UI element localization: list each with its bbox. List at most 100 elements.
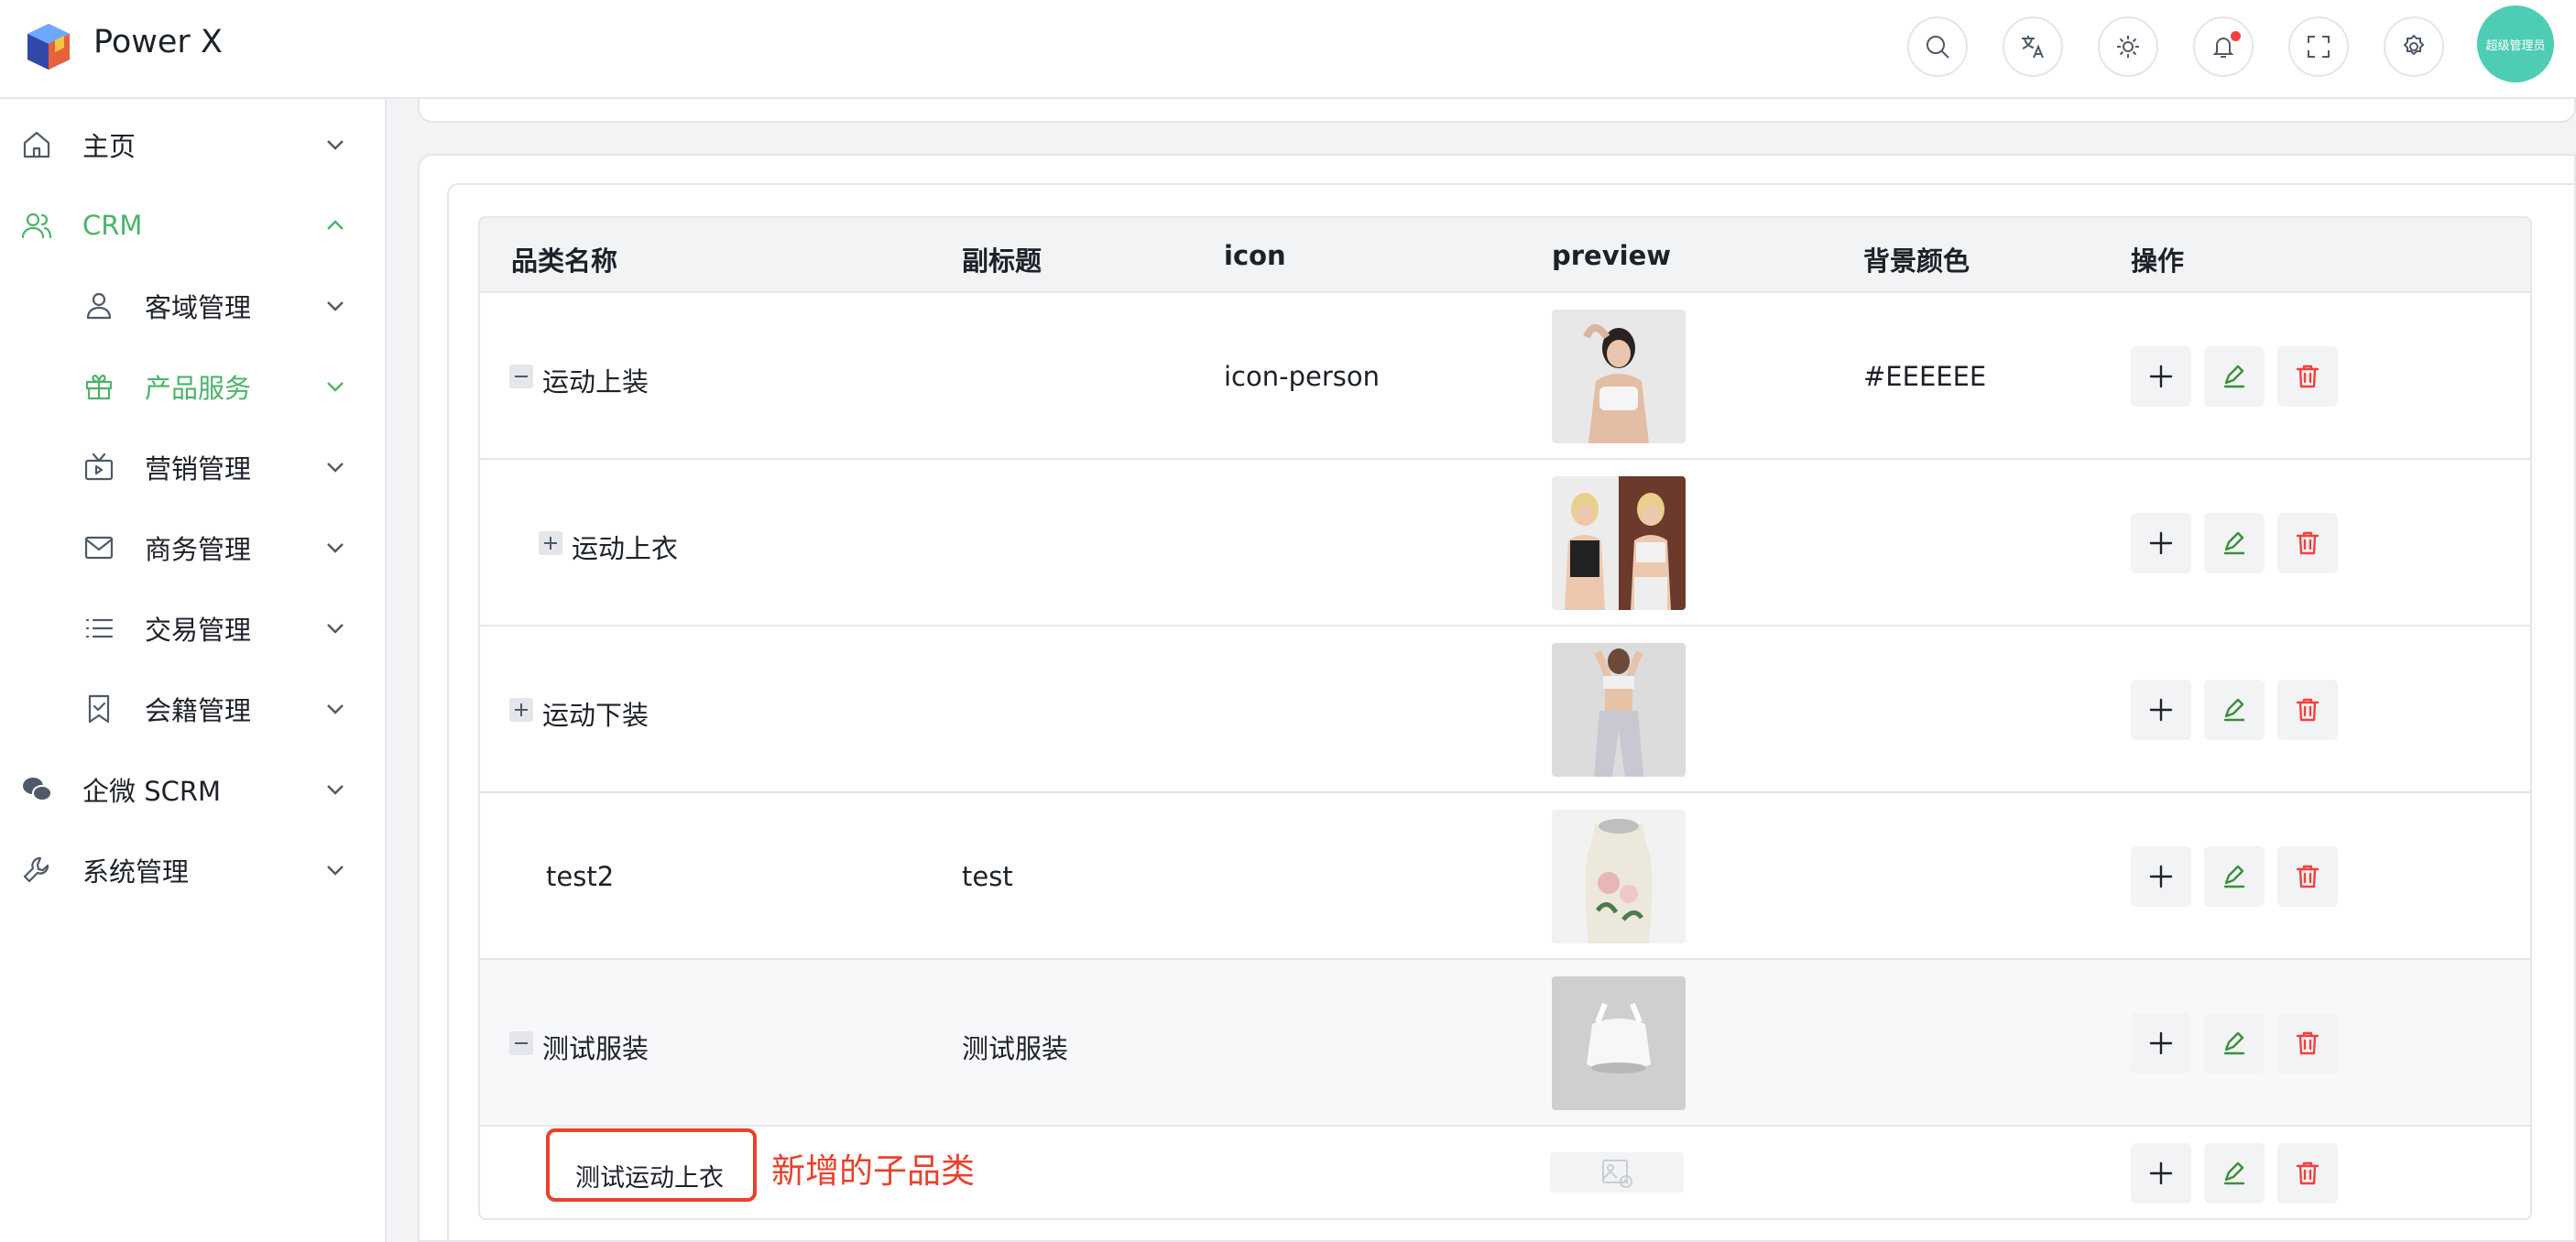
sidebar-item-home[interactable]: 主页 <box>0 108 385 181</box>
trash-icon <box>2296 365 2319 388</box>
col-actions: 操作 <box>2131 245 2185 277</box>
col-icon: icon <box>1224 240 1286 271</box>
sidebar-item-crm[interactable]: CRM <box>0 189 385 262</box>
edit-button[interactable] <box>2204 1013 2265 1073</box>
delete-button[interactable] <box>2277 680 2338 740</box>
expand-icon[interactable] <box>509 698 533 722</box>
delete-button[interactable] <box>2277 1013 2338 1073</box>
add-child-button[interactable] <box>2131 513 2191 573</box>
app-logo-icon <box>27 24 70 70</box>
table-row[interactable]: 运动上衣 <box>480 460 2530 626</box>
fullscreen-button[interactable] <box>2288 16 2349 77</box>
expand-icon[interactable] <box>539 531 562 555</box>
edit-icon <box>2223 531 2245 555</box>
sidebar-item-label: 产品服务 <box>145 373 252 404</box>
sidebar-item-marketing[interactable]: 营销管理 <box>0 430 385 504</box>
table-header: 品类名称 副标题 icon preview 背景颜色 操作 <box>480 218 2530 293</box>
trash-icon <box>2296 1161 2319 1185</box>
edit-button[interactable] <box>2204 346 2265 407</box>
row-subtitle: test <box>962 861 1013 892</box>
edit-button[interactable] <box>2204 1143 2265 1204</box>
delete-button[interactable] <box>2277 346 2338 407</box>
chevron-down-icon <box>322 132 348 158</box>
home-icon <box>20 128 53 161</box>
sidebar-item-label: 交易管理 <box>145 615 252 646</box>
gift-icon <box>82 370 115 403</box>
row-name: 运动上装 <box>542 366 649 398</box>
row-subtitle: 测试服装 <box>962 1033 1069 1064</box>
trash-icon <box>2296 1031 2319 1055</box>
sidebar-item-trade[interactable]: 交易管理 <box>0 592 385 665</box>
add-child-button[interactable] <box>2131 846 2191 907</box>
preview-image <box>1552 810 1686 943</box>
translate-icon <box>2022 36 2044 59</box>
sidebar: 主页 CRM 客域管理 产品服务 营销管理 商务管理 交易管理 会籍管理 企微 <box>0 99 387 1242</box>
sidebar-item-system[interactable]: 系统管理 <box>0 833 385 907</box>
search-button[interactable] <box>1907 16 1968 77</box>
avatar[interactable]: 超级管理员 <box>2477 5 2554 82</box>
chevron-up-icon <box>322 212 348 238</box>
table-row[interactable]: 测试服装 测试服装 <box>480 960 2530 1127</box>
list-icon <box>82 612 115 645</box>
col-preview: preview <box>1552 240 1672 271</box>
annotation-text: 新增的子品类 <box>771 1151 975 1191</box>
sidebar-item-label: 营销管理 <box>145 453 252 485</box>
trash-icon <box>2296 531 2319 555</box>
delete-button[interactable] <box>2277 846 2338 907</box>
chevron-down-icon <box>322 454 348 480</box>
row-name: 运动下装 <box>542 700 649 731</box>
preview-image <box>1552 476 1686 610</box>
table-row[interactable]: test2 test <box>480 793 2530 960</box>
add-child-button[interactable] <box>2131 1143 2191 1204</box>
collapse-icon[interactable] <box>509 1031 533 1055</box>
add-child-button[interactable] <box>2131 346 2191 407</box>
plus-icon <box>2149 865 2173 888</box>
users-icon <box>20 209 53 242</box>
collapse-icon[interactable] <box>509 365 533 388</box>
add-child-button[interactable] <box>2131 1013 2191 1073</box>
col-name: 品类名称 <box>511 245 618 277</box>
sidebar-item-business[interactable]: 商务管理 <box>0 511 385 584</box>
sidebar-item-label: 商务管理 <box>145 534 252 565</box>
chevron-down-icon <box>322 374 348 399</box>
sidebar-item-scrm[interactable]: 企微 SCRM <box>0 753 385 826</box>
sidebar-item-membership[interactable]: 会籍管理 <box>0 672 385 746</box>
image-placeholder-icon <box>1602 1160 1632 1188</box>
sidebar-item-customer[interactable]: 客域管理 <box>0 269 385 343</box>
delete-button[interactable] <box>2277 513 2338 573</box>
add-child-button[interactable] <box>2131 680 2191 740</box>
chevron-down-icon <box>322 293 348 319</box>
settings-button[interactable] <box>2384 16 2444 77</box>
col-bg-color: 背景颜色 <box>1863 245 1970 277</box>
edit-icon <box>2223 1161 2245 1185</box>
table-row[interactable]: 运动上装 icon-person #EEEEEE <box>480 293 2530 460</box>
notification-button[interactable] <box>2193 16 2254 77</box>
language-button[interactable] <box>2003 16 2063 77</box>
plus-icon <box>2149 698 2173 722</box>
edit-icon <box>2223 1031 2245 1055</box>
sidebar-item-label: CRM <box>82 210 143 241</box>
trash-icon <box>2296 865 2319 888</box>
edit-button[interactable] <box>2204 680 2265 740</box>
tv-icon <box>82 451 115 484</box>
plus-icon <box>2149 365 2173 388</box>
mail-icon <box>82 531 115 564</box>
annotation-highlight <box>546 1128 757 1202</box>
edit-icon <box>2223 365 2245 388</box>
sidebar-item-label: 主页 <box>82 131 136 162</box>
wechat-icon <box>20 773 53 806</box>
sidebar-item-label: 系统管理 <box>82 856 190 888</box>
edit-button[interactable] <box>2204 513 2265 573</box>
table-row[interactable]: 运动下装 <box>480 626 2530 793</box>
search-card <box>418 99 2576 123</box>
plus-icon <box>2149 531 2173 555</box>
chevron-down-icon <box>322 616 348 641</box>
chevron-down-icon <box>322 777 348 802</box>
delete-button[interactable] <box>2277 1143 2338 1204</box>
edit-button[interactable] <box>2204 846 2265 907</box>
theme-button[interactable] <box>2098 16 2158 77</box>
search-icon <box>1927 36 1949 59</box>
plus-icon <box>2149 1161 2173 1185</box>
sidebar-item-product[interactable]: 产品服务 <box>0 350 385 423</box>
chevron-down-icon <box>322 696 348 722</box>
